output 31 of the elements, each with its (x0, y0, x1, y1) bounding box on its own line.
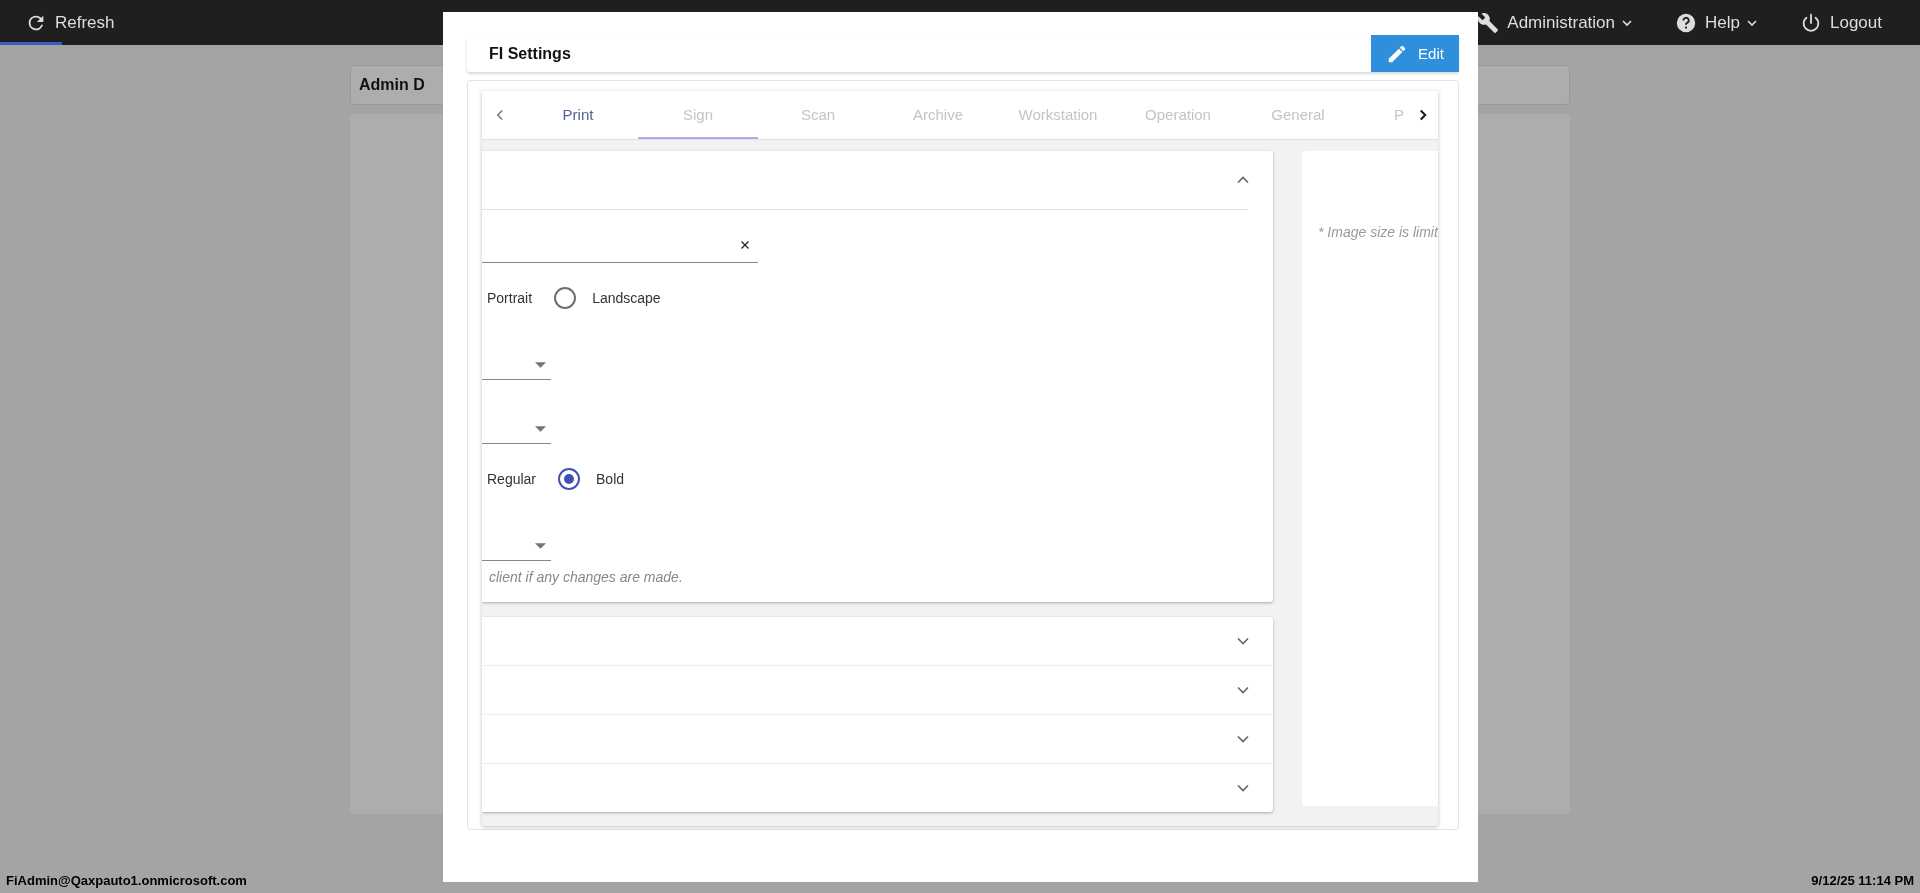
caret-icon (535, 362, 546, 368)
dialog-title: FI Settings (488, 44, 571, 63)
radio-label: Portrait (487, 290, 533, 306)
radio-button[interactable] (554, 287, 577, 309)
note-text: client if any changes are made. (489, 569, 683, 585)
tab[interactable]: General (1238, 91, 1358, 139)
tab[interactable]: P (1390, 91, 1408, 139)
tab[interactable]: Sign (638, 91, 758, 139)
radio-label: Bold (596, 471, 625, 487)
menu-button[interactable]: Help (1675, 11, 1760, 34)
tab[interactable]: Scan (758, 91, 878, 139)
note-text: * Image size is limit (1318, 224, 1438, 240)
radio-label: Landscape (592, 290, 661, 306)
menu-button[interactable]: Logout (1800, 11, 1882, 34)
power-icon (1800, 11, 1822, 34)
refresh-button[interactable]: Refresh (25, 11, 115, 34)
user-name: FiAdmin@Qaxpauto1.onmicrosoft.com (6, 873, 247, 888)
wrench-icon (1477, 11, 1500, 34)
caret-icon (535, 426, 546, 432)
tab[interactable]: Operation (1118, 91, 1238, 139)
radio-button[interactable] (558, 468, 581, 490)
card-title: Admin D (359, 76, 425, 94)
tab[interactable]: Print (518, 91, 638, 139)
radio-label: Regular (487, 471, 537, 487)
tab[interactable]: Archive (878, 91, 998, 139)
tab[interactable]: Workstation (998, 91, 1118, 139)
date-time: 9/12/25 11:14 PM (1811, 873, 1914, 888)
help-icon (1675, 11, 1698, 34)
edit-button[interactable]: Edit (1371, 35, 1459, 72)
menu-button[interactable]: Administration (1477, 11, 1636, 34)
caret-icon (535, 543, 546, 549)
